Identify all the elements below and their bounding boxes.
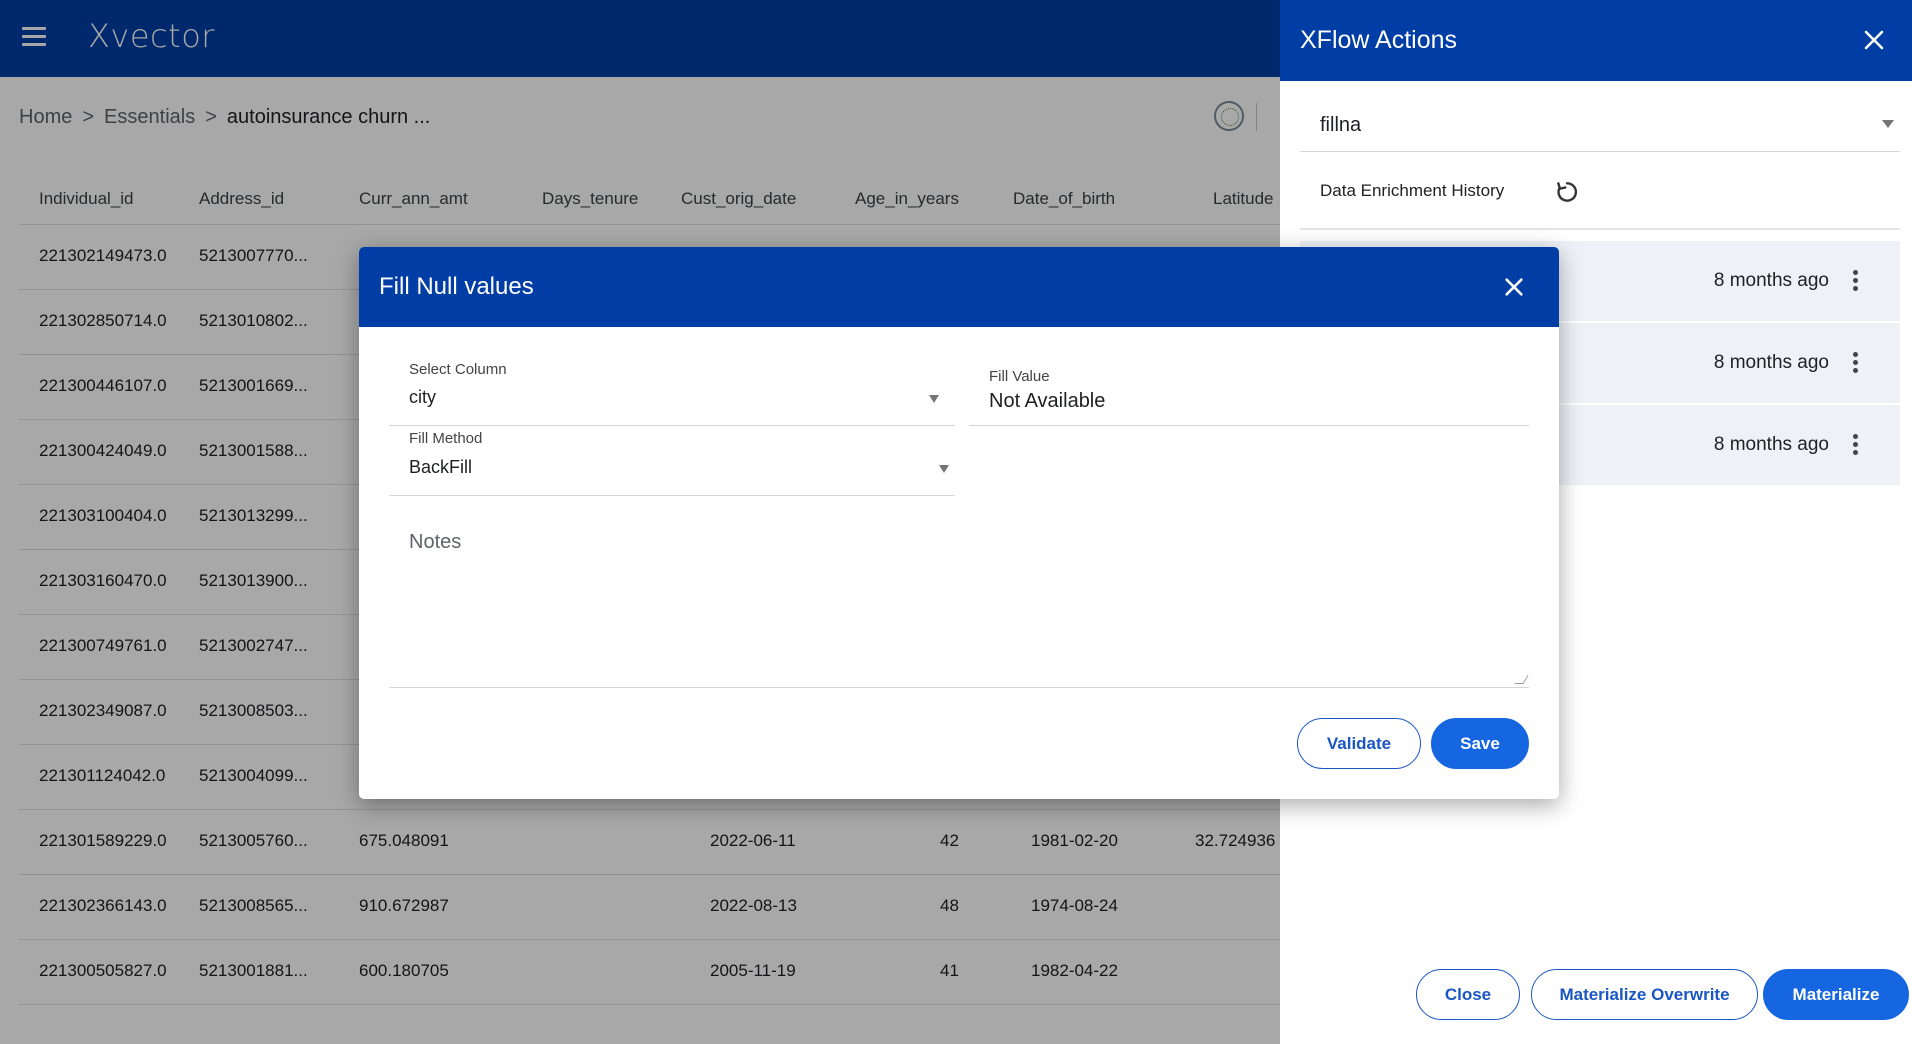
dialog-header: Fill Null values: [359, 247, 1559, 327]
fill-method-value: BackFill: [409, 457, 473, 477]
resize-handle-icon[interactable]: [1514, 675, 1529, 684]
fill-method-field[interactable]: Fill Method BackFill: [389, 423, 955, 496]
fill-value-input: Not Available: [989, 390, 1106, 412]
fill-null-dialog: Fill Null values Select Column city Fill…: [359, 247, 1559, 799]
history-divider: [1300, 228, 1900, 230]
dialog-title: Fill Null values: [379, 273, 534, 300]
chevron-down-icon: [939, 465, 949, 473]
fill-method-label: Fill Method: [409, 430, 483, 447]
more-vert-icon[interactable]: [1853, 352, 1859, 374]
save-button[interactable]: Save: [1431, 718, 1529, 769]
more-vert-icon[interactable]: [1853, 434, 1859, 456]
action-select-value: fillna: [1320, 114, 1362, 136]
more-vert-icon[interactable]: [1853, 270, 1859, 292]
fill-value-label: Fill Value: [989, 368, 1050, 385]
validate-button[interactable]: Validate: [1297, 718, 1421, 769]
xflow-title: XFlow Actions: [1300, 26, 1458, 54]
chevron-down-icon: [1882, 120, 1894, 128]
history-time: 8 months ago: [1713, 270, 1829, 291]
chevron-down-icon: [929, 395, 939, 403]
close-icon[interactable]: [1862, 28, 1886, 52]
history-time: 8 months ago: [1713, 434, 1829, 455]
history-label: Data Enrichment History: [1320, 181, 1505, 200]
notes-textarea[interactable]: Notes: [389, 509, 1529, 688]
materialize-button[interactable]: Materialize: [1763, 969, 1909, 1020]
close-icon[interactable]: [1503, 276, 1525, 298]
fill-value-field[interactable]: Fill Value Not Available: [969, 351, 1529, 426]
select-column-field[interactable]: Select Column city: [389, 351, 955, 426]
notes-placeholder: Notes: [409, 531, 462, 553]
history-icon[interactable]: [1554, 179, 1580, 205]
close-button[interactable]: Close: [1416, 969, 1520, 1020]
select-column-value: city: [409, 387, 436, 407]
materialize-overwrite-button[interactable]: Materialize Overwrite: [1531, 969, 1758, 1020]
select-column-label: Select Column: [409, 361, 507, 378]
action-select[interactable]: fillna: [1300, 96, 1900, 152]
history-time: 8 months ago: [1713, 352, 1829, 373]
xflow-header: XFlow Actions: [1280, 0, 1912, 81]
